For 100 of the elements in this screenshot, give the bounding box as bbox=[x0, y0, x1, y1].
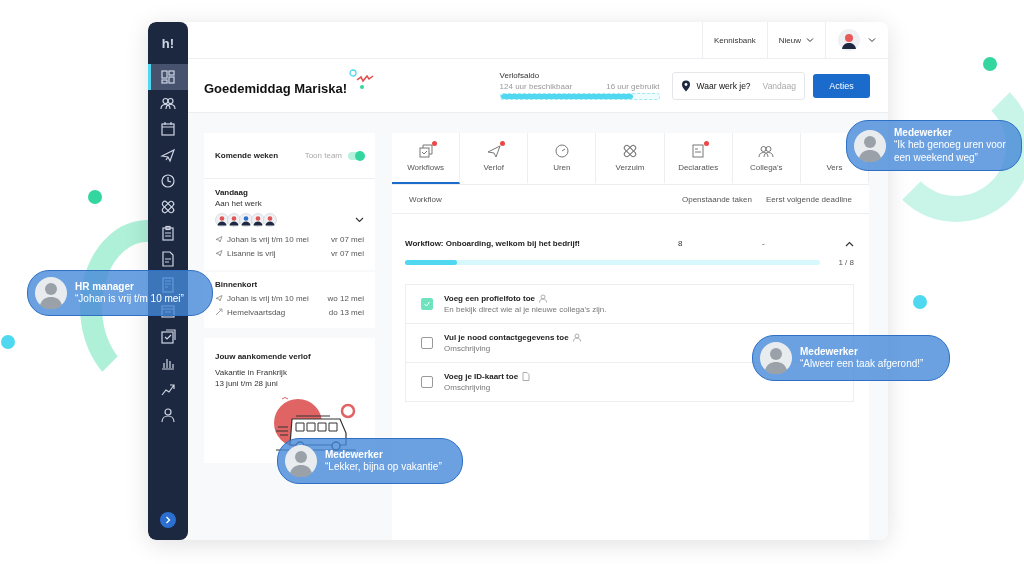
team-toggle[interactable] bbox=[348, 151, 364, 160]
event-text: Hemelvaartsdag bbox=[227, 307, 286, 317]
bubble-role: Medewerker bbox=[800, 346, 859, 357]
bubble-quote: “Ik heb genoeg uren voor een weekend weg” bbox=[894, 138, 1007, 164]
avatar-icon bbox=[854, 129, 886, 162]
toggle-label: Toon team bbox=[304, 151, 342, 160]
avatar-icon bbox=[215, 213, 229, 227]
plane-icon bbox=[485, 143, 502, 159]
checkmark-icon bbox=[423, 300, 431, 308]
event-date: do 13 mei bbox=[328, 307, 364, 317]
task-title: Voeg je ID-kaart toe bbox=[444, 372, 519, 381]
bandage-icon bbox=[160, 199, 176, 215]
plane-icon bbox=[160, 147, 176, 163]
column-header: Workflow bbox=[409, 194, 443, 204]
task-checkbox[interactable] bbox=[421, 298, 433, 310]
chevron-down-icon[interactable] bbox=[355, 217, 364, 223]
bubble-quote: “Johan is vrij t/m 10 mei” bbox=[75, 292, 184, 305]
document-icon bbox=[522, 372, 531, 381]
clipboard-icon bbox=[160, 225, 176, 241]
location-label: Waar werk je? bbox=[696, 80, 751, 91]
section-title: Binnenkort bbox=[215, 280, 259, 289]
location-value: Vandaag bbox=[762, 80, 796, 91]
tab[interactable]: Verzuim bbox=[596, 133, 665, 184]
bubble-role: Medewerker bbox=[894, 127, 953, 138]
event-text: Johan is vrij t/m 10 mei bbox=[227, 234, 309, 244]
decoration-dot bbox=[88, 190, 102, 204]
document-icon bbox=[160, 251, 176, 267]
balance-title: Verlofsaldo bbox=[499, 71, 541, 80]
actions-button[interactable]: Acties bbox=[813, 73, 870, 98]
growth-icon bbox=[160, 381, 176, 397]
avatar-icon bbox=[251, 213, 265, 227]
chevron-down-icon bbox=[868, 37, 876, 43]
avatar-icon bbox=[35, 277, 67, 309]
section-subtitle: Aan het werk bbox=[215, 199, 263, 208]
nav-item[interactable] bbox=[148, 64, 188, 90]
top-menu-link[interactable]: Nieuw bbox=[766, 22, 825, 58]
tab[interactable]: Verlof bbox=[460, 133, 529, 184]
bubble-quote: “Lekker, bijna op vakantie” bbox=[325, 460, 442, 473]
task-description: Omschrijving bbox=[444, 383, 492, 392]
top-menu-link[interactable]: Kennisbank bbox=[701, 22, 767, 58]
leave-dates: 13 juni t/m 28 juni bbox=[215, 378, 279, 389]
person-icon bbox=[538, 294, 547, 303]
decoration-dot bbox=[983, 57, 997, 71]
team-icon bbox=[160, 95, 176, 111]
column-header: Eerst volgende deadline bbox=[766, 194, 853, 204]
column-header: Openstaande taken bbox=[682, 194, 753, 204]
event-text: Johan is vrij t/m 10 mei bbox=[227, 293, 309, 303]
bandage-icon bbox=[622, 143, 638, 159]
event-date: wo 12 mei bbox=[327, 293, 364, 303]
avatar-icon bbox=[239, 213, 253, 227]
progress-count: 1 / 8 bbox=[838, 258, 854, 267]
card-title: Komende weken bbox=[215, 151, 280, 160]
calendar-icon bbox=[160, 121, 176, 137]
avatar-icon bbox=[760, 342, 792, 374]
deadline: - bbox=[762, 239, 766, 248]
squiggle-icon bbox=[349, 67, 376, 90]
tab[interactable]: Collega's bbox=[732, 133, 801, 184]
plane-icon bbox=[215, 294, 223, 302]
event-date: vr 07 mei bbox=[331, 234, 364, 244]
available-hours: 124 uur beschikbaar bbox=[499, 82, 573, 91]
avatar-icon bbox=[227, 213, 241, 227]
leave-name: Vakantie in Frankrijk bbox=[215, 367, 288, 378]
tab[interactable]: Workflows bbox=[392, 133, 461, 184]
workflow-title: Workflow: Onboarding, welkom bij het bedrijf! bbox=[405, 239, 581, 248]
person-icon bbox=[572, 333, 581, 342]
dashboard-icon bbox=[160, 69, 176, 85]
decoration-dot bbox=[913, 295, 927, 309]
tab[interactable]: Declaraties bbox=[664, 133, 733, 184]
bubble-role: Medewerker bbox=[325, 449, 384, 460]
open-tasks: 8 bbox=[678, 239, 684, 248]
user-avatar-icon bbox=[838, 29, 860, 51]
bubble-quote: “Alweer een taak afgerond!” bbox=[800, 357, 924, 370]
tab[interactable]: Uren bbox=[528, 133, 597, 184]
checklist-icon bbox=[160, 329, 176, 345]
task-title: Vul je nood contactgegevens toe bbox=[444, 333, 569, 342]
logo[interactable]: h! bbox=[148, 22, 188, 64]
chevron-right-icon bbox=[164, 516, 172, 524]
card-title: Jouw aankomende verlof bbox=[215, 352, 312, 361]
task-description: Omschrijving bbox=[444, 344, 492, 353]
avatar-icon bbox=[263, 213, 277, 227]
location-field[interactable]: Waar werk je? Vandaag bbox=[671, 71, 805, 100]
avatar-icon bbox=[285, 445, 317, 477]
event-text: Lisanne is vrij bbox=[227, 248, 276, 258]
receipt-icon bbox=[690, 143, 707, 159]
clock-icon bbox=[160, 173, 176, 189]
expand-button[interactable] bbox=[160, 512, 176, 528]
chevron-up-icon[interactable] bbox=[845, 240, 854, 247]
section-title: Vandaag bbox=[215, 188, 249, 197]
task-checkbox[interactable] bbox=[421, 337, 433, 349]
decoration-dot bbox=[1, 335, 15, 349]
greeting: Goedemiddag Mariska! bbox=[204, 81, 348, 96]
clock-icon bbox=[553, 143, 570, 159]
bubble-role: HR manager bbox=[75, 281, 135, 292]
task-checkbox[interactable] bbox=[421, 376, 433, 388]
location-pin-icon bbox=[680, 79, 691, 92]
event-date: vr 07 mei bbox=[331, 248, 364, 258]
task-title: Voeg een profielfoto toe bbox=[444, 294, 535, 303]
used-hours: 16 uur gebruikt bbox=[606, 82, 660, 91]
workflows-icon bbox=[417, 143, 434, 159]
team-icon bbox=[758, 143, 775, 159]
